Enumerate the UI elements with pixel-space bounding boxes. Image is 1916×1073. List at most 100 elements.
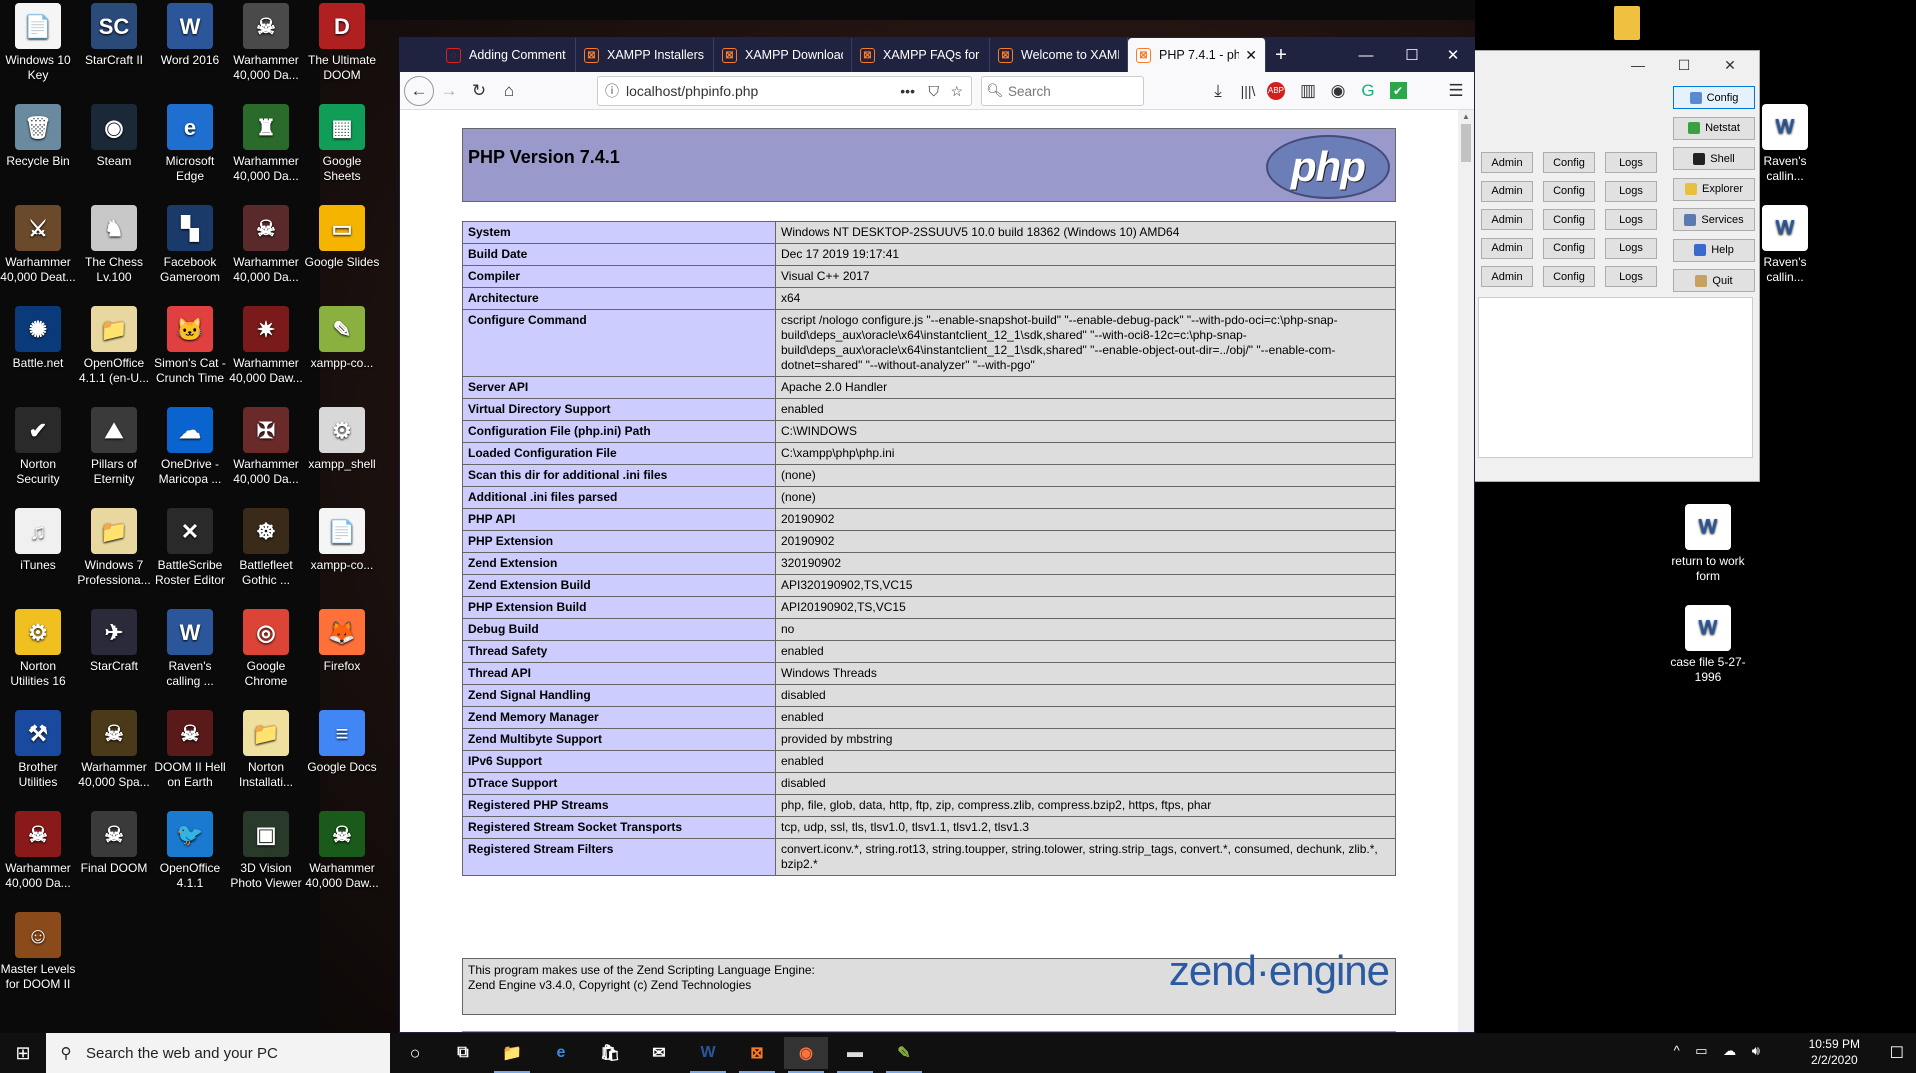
desktop-icon[interactable]: 📁 OpenOffice 4.1.1 (en-U... [76,304,152,386]
notepad-icon[interactable]: ✎ [882,1037,926,1073]
desktop-icon[interactable]: ♜ Warhammer 40,000 Da... [228,102,304,184]
desktop-icon[interactable]: ⚒ Brother Utilities [0,708,76,790]
firefox-icon[interactable]: ◉ [784,1037,828,1073]
cortana-icon[interactable]: ○ [393,1037,437,1069]
close-button[interactable]: ✕ [1430,38,1476,72]
maximize-button[interactable]: ☐ [1661,51,1707,79]
bookmark-star-icon[interactable]: ☆ [950,83,963,100]
desktop-icon[interactable]: ▣ 3D Vision Photo Viewer [228,809,304,891]
desktop-icon[interactable]: ✎ xampp-co... [304,304,380,371]
desktop-icon[interactable]: ☺ Master Levels for DOOM II [0,910,76,992]
download-icon[interactable]: ⤓ [1203,76,1233,106]
desktop-icon[interactable]: ✷ Warhammer 40,000 Daw... [228,304,304,386]
taskbar-search[interactable]: ⚲ Search the web and your PC [46,1033,390,1073]
menu-icon[interactable]: ☰ [1441,76,1471,106]
tab-6[interactable]: ⊠ PHP 7.4.1 - phpinfo() ✕ [1128,38,1266,72]
minimize-button[interactable]: — [1615,51,1661,79]
desktop-icon[interactable]: 🗑 Recycle Bin [0,102,76,169]
desktop-icon[interactable]: ◉ Steam [76,102,152,169]
desktop-icon[interactable]: ▭ Google Slides [304,203,380,270]
desktop-icon[interactable]: 🦊 Firefox [304,607,380,674]
url-bar[interactable]: ⓘ localhost/phpinfo.php ••• ⛉ ☆ [597,76,972,106]
forward-icon[interactable]: → [434,76,464,106]
admin-button[interactable]: Admin [1481,237,1533,259]
desktop-icon[interactable]: 🐦 OpenOffice 4.1.1 [152,809,228,891]
desktop-icon[interactable]: ☠ Warhammer 40,000 Daw... [304,809,380,891]
desktop-icon[interactable]: ✠ Warhammer 40,000 Da... [228,405,304,487]
pocket-icon[interactable]: ⛉ [929,83,940,100]
grammarly-icon[interactable]: G [1353,76,1383,106]
tab-4[interactable]: ⊠ XAMPP FAQs for W [852,38,990,72]
desktop-icon[interactable]: ☠ Final DOOM [76,809,152,876]
folder-icon[interactable] [1614,6,1640,40]
services-button[interactable]: Services [1673,208,1755,231]
netstat-button[interactable]: Netstat [1673,116,1755,140]
config-button[interactable]: Config [1543,266,1595,287]
desktop-icon[interactable]: W Word 2016 [152,1,228,68]
notification-icon[interactable]: ☐ [1890,1043,1904,1063]
tab-2[interactable]: ⊠ XAMPP Installers [576,38,714,72]
info-icon[interactable]: ⓘ [598,81,626,101]
close-button[interactable]: ✕ [1707,51,1753,79]
desktop-icon[interactable]: ☁ OneDrive - Maricopa ... [152,405,228,487]
mail-icon[interactable]: ✉ [637,1037,681,1069]
desktop-icon[interactable]: 📁 Norton Installati... [228,708,304,790]
desktop-icon[interactable]: ⛰ Pillars of Eternity [76,405,152,487]
desktop-icon[interactable]: ◎ Google Chrome [228,607,304,689]
desktop-icon[interactable]: 📁 Windows 7 Professiona... [76,506,152,588]
sidebar-icon[interactable]: ▥ [1293,76,1323,106]
new-tab-button[interactable]: + [1266,38,1296,72]
close-tab-icon[interactable]: ✕ [1245,47,1257,64]
config-button[interactable]: Config [1673,86,1755,109]
desktop-icon[interactable]: e Microsoft Edge [152,102,228,184]
desktop-icon[interactable]: ⚔ Warhammer 40,000 Deat... [0,203,76,285]
xampp-log-area[interactable] [1478,297,1753,458]
account-icon[interactable]: ◉ [1323,76,1353,106]
minimize-button[interactable]: — [1343,38,1389,72]
desktop-icon[interactable]: ☠ DOOM II Hell on Earth [152,708,228,790]
task-view-icon[interactable]: ⧉ [441,1037,485,1069]
logs-button[interactable]: Logs [1605,266,1657,287]
desktop-icon[interactable]: Wreturn to work form [1670,502,1746,584]
config-button[interactable]: Config [1543,209,1595,230]
scrollbar[interactable]: ▲ [1458,110,1474,1032]
library-icon[interactable]: |||\ [1233,76,1263,106]
admin-button[interactable]: Admin [1481,209,1533,230]
shell-button[interactable]: Shell [1673,147,1755,170]
start-button[interactable]: ⊞ [0,1033,46,1073]
desktop-icon[interactable]: Wcase file 5-27-1996 [1670,603,1746,685]
logs-button[interactable]: Logs [1605,237,1657,259]
admin-button[interactable]: Admin [1481,266,1533,287]
edge-icon[interactable]: e [539,1037,583,1069]
word-icon[interactable]: W [686,1037,730,1073]
explorer-button[interactable]: Explorer [1673,177,1755,201]
logs-button[interactable]: Logs [1605,209,1657,230]
desktop-icon[interactable]: ♫ iTunes [0,506,76,573]
desktop-icon[interactable]: ♞ The Chess Lv.100 [76,203,152,285]
store-icon[interactable]: 🛍 [588,1037,632,1069]
desktop-icon[interactable]: 📄 Windows 10 Key [0,1,76,83]
config-button[interactable]: Config [1543,237,1595,259]
desktop-icon[interactable]: ☠ Warhammer 40,000 Da... [228,1,304,83]
scrollbar-thumb[interactable] [1461,124,1471,162]
checkmark-extension-icon[interactable]: ✔ [1383,76,1413,106]
home-icon[interactable]: ⌂ [494,76,524,106]
page-actions-icon[interactable]: ••• [900,83,915,99]
desktop-icon[interactable]: W Raven's calling ... [152,607,228,689]
admin-button[interactable]: Admin [1481,180,1533,202]
desktop-icon[interactable]: ✔ Norton Security [0,405,76,487]
logs-button[interactable]: Logs [1605,180,1657,202]
desktop-icon[interactable]: ☠ Warhammer 40,000 Spa... [76,708,152,790]
desktop-icon[interactable]: ☸ Battlefleet Gothic ... [228,506,304,588]
logs-button[interactable]: Logs [1605,152,1657,173]
desktop-icon[interactable]: ☠ Warhammer 40,000 Da... [228,203,304,285]
file-explorer-icon[interactable]: 📁 [490,1037,534,1073]
tab-5[interactable]: ⊠ Welcome to XAMPP [990,38,1128,72]
config-button[interactable]: Config [1543,180,1595,202]
back-icon[interactable]: ← [404,75,434,106]
config-button[interactable]: Config [1543,152,1595,173]
desktop-icon[interactable]: 📄 xampp-co... [304,506,380,573]
maximize-button[interactable]: ☐ [1389,38,1435,72]
desktop-icon[interactable]: ⚙ xampp_shell [304,405,380,472]
desktop-icon[interactable]: ✺ Battle.net [0,304,76,371]
